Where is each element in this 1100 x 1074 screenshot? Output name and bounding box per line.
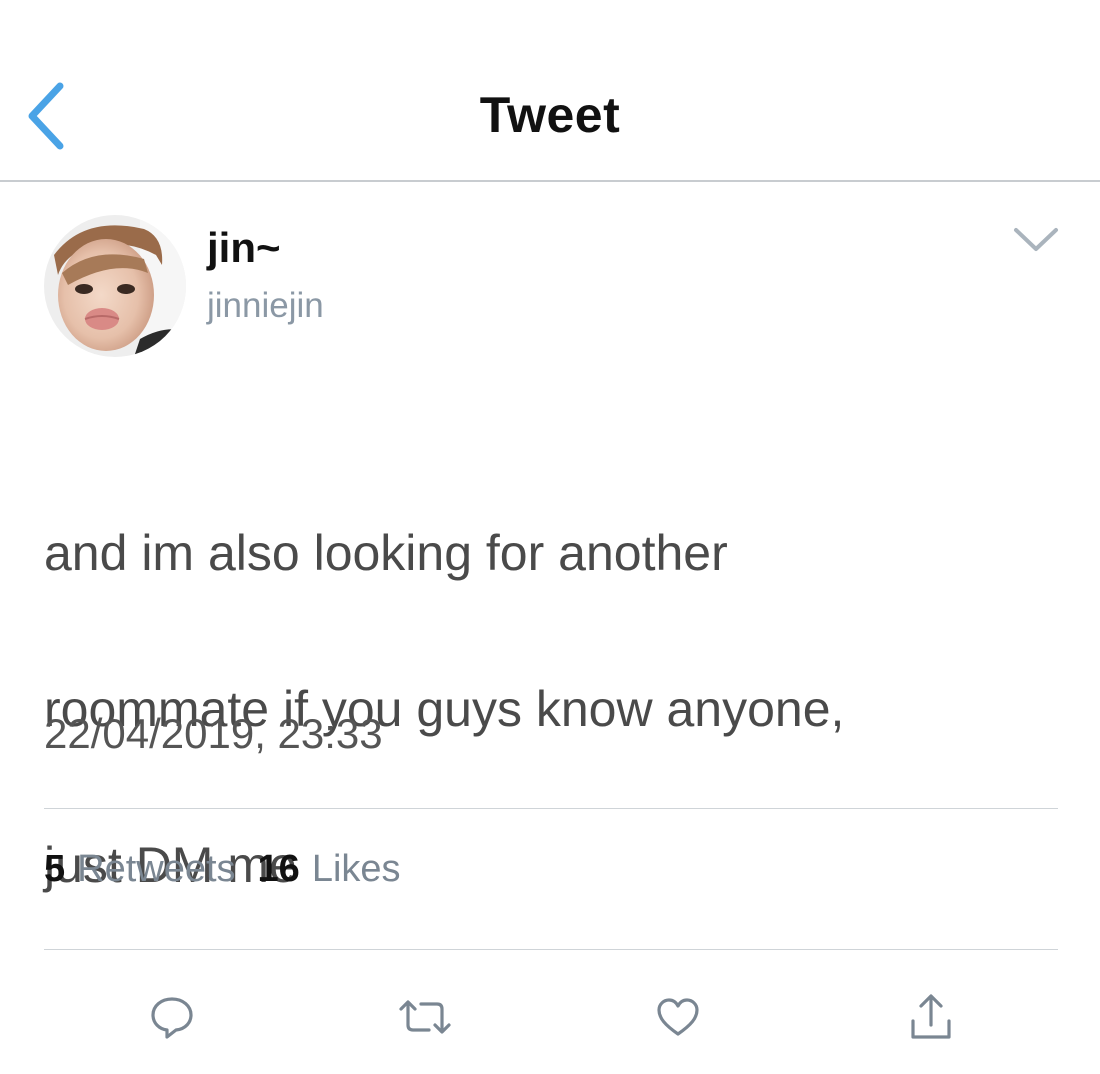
share-button[interactable] (903, 990, 959, 1044)
like-button[interactable] (650, 990, 706, 1044)
avatar[interactable] (44, 215, 186, 357)
navigation-bar: Tweet (0, 0, 1100, 182)
likes-count: 16 (257, 848, 300, 890)
share-icon (911, 994, 951, 1039)
tweet-stats: 5 Retweets 16 Likes (44, 848, 423, 896)
page-title: Tweet (479, 87, 621, 143)
divider (44, 949, 1058, 950)
likes-stat[interactable]: 16 Likes (258, 848, 401, 891)
tweet-text-line: and im also looking for another (44, 525, 728, 581)
author-name[interactable]: jin~ (207, 224, 281, 272)
retweet-icon (399, 1000, 451, 1034)
divider (44, 808, 1058, 809)
chevron-down-icon (1014, 228, 1058, 251)
like-heart-icon (657, 998, 699, 1036)
avatar-photo (44, 215, 186, 357)
tweet-detail-screen: Tweet jin~ jinniejin and im also looking… (0, 0, 1100, 1074)
tweet-text: and im also looking for another roommate… (44, 436, 1064, 982)
tweet-timestamp: 22/04/2019, 23:33 (44, 710, 383, 757)
reply-icon (151, 997, 193, 1039)
retweets-stat[interactable]: 5 Retweets (44, 848, 236, 891)
reply-button[interactable] (144, 990, 200, 1044)
likes-label: Likes (311, 848, 401, 890)
author-handle[interactable]: jinniejin (207, 286, 324, 326)
tweet-menu-button[interactable] (1004, 218, 1068, 262)
retweet-button[interactable] (397, 990, 453, 1044)
retweets-count: 5 (44, 848, 66, 890)
retweets-label: Retweets (77, 848, 236, 890)
